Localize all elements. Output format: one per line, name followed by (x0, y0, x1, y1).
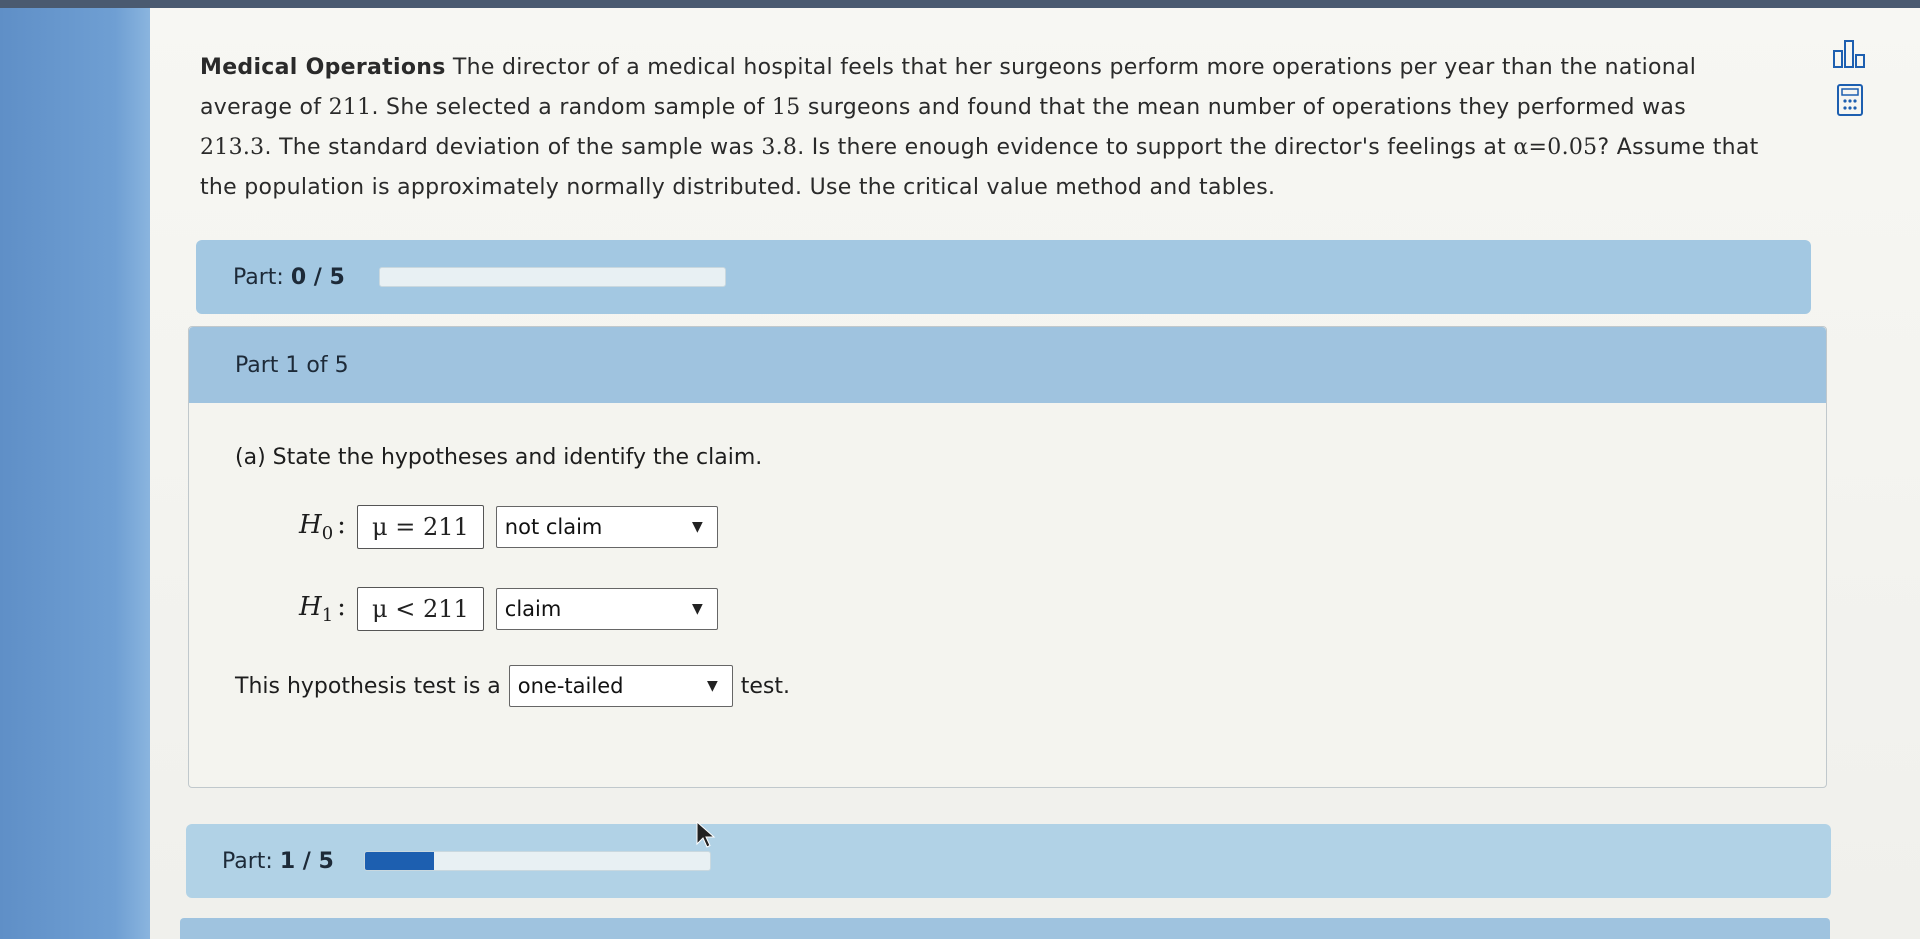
problem-text: . She selected a random sample of (371, 95, 772, 120)
chevron-down-icon: ▼ (692, 601, 703, 617)
h1-answer-box[interactable]: μ < 211 (357, 587, 484, 631)
question-page: Medical Operations The director of a med… (150, 8, 1920, 939)
alpha-value: α=0.05 (1513, 135, 1598, 160)
progress-fill (364, 852, 434, 870)
progress-prefix: Part: (233, 264, 291, 290)
calculator-icon[interactable] (1830, 82, 1870, 118)
h0-claim-value: not claim (504, 515, 603, 539)
problem-statement: Medical Operations The director of a med… (200, 48, 1760, 208)
chevron-down-icon: ▼ (706, 678, 718, 694)
problem-text: . The standard deviation of the sample w… (264, 135, 762, 160)
h1-claim-select[interactable]: claim ▼ (495, 588, 718, 630)
progress-label: Part: 1 / 5 (222, 849, 334, 874)
h0-colon: : (337, 509, 346, 540)
progress-label: Part: 0 / 5 (233, 265, 345, 290)
chevron-down-icon: ▼ (692, 519, 703, 535)
test-suffix: test. (740, 673, 791, 699)
problem-title: Medical Operations (200, 55, 446, 80)
progress-bar-top: Part: 0 / 5 (196, 240, 1811, 314)
browser-top-edge (0, 0, 1920, 8)
null-hypothesis-row: H0: μ = 211 not claim ▼ (299, 505, 718, 549)
problem-text: surgeons and found that the mean number … (800, 95, 1686, 120)
progress-track (378, 267, 726, 287)
mouse-cursor-icon (696, 820, 716, 848)
alternative-hypothesis-row: H1: μ < 211 claim ▼ (299, 587, 718, 631)
h1-sub: 1 (321, 605, 334, 627)
h0-sub: 0 (321, 523, 334, 545)
h1-letter: H (299, 591, 322, 622)
sample-mean: 213.3 (200, 135, 265, 160)
next-part-header (180, 918, 1830, 939)
part-header-label: Part 1 of 5 (235, 352, 349, 378)
test-type-row: This hypothesis test is a one-tailed ▼ t… (235, 665, 790, 707)
h1-claim-value: claim (504, 597, 562, 621)
progress-prefix: Part: (222, 848, 280, 874)
test-type-select[interactable]: one-tailed ▼ (508, 665, 733, 707)
national-average: 211 (328, 95, 372, 120)
h1-label: H1: (299, 592, 357, 626)
test-prefix: This hypothesis test is a (235, 673, 501, 699)
h0-answer-box[interactable]: μ = 211 (357, 505, 484, 549)
progress-value: 0 / 5 (290, 264, 345, 290)
progress-value: 1 / 5 (279, 848, 334, 874)
h1-colon: : (337, 591, 346, 622)
progress-bar-bottom: Part: 1 / 5 (186, 824, 1831, 898)
test-type-value: one-tailed (517, 674, 624, 698)
problem-text: . Is there enough evidence to support th… (797, 135, 1514, 160)
progress-track (363, 851, 711, 871)
sample-sd: 3.8 (761, 135, 798, 160)
side-tools (1825, 26, 1875, 128)
question-text: (a) State the hypotheses and identify th… (235, 445, 763, 470)
h0-claim-select[interactable]: not claim ▼ (495, 506, 718, 548)
part-1-panel: Part 1 of 5 (a) State the hypotheses and… (188, 326, 1827, 788)
h0-letter: H (299, 509, 322, 540)
sample-size: 15 (771, 95, 801, 120)
chart-icon[interactable] (1830, 36, 1870, 72)
part-header: Part 1 of 5 (189, 327, 1826, 403)
h0-label: H0: (299, 510, 357, 544)
